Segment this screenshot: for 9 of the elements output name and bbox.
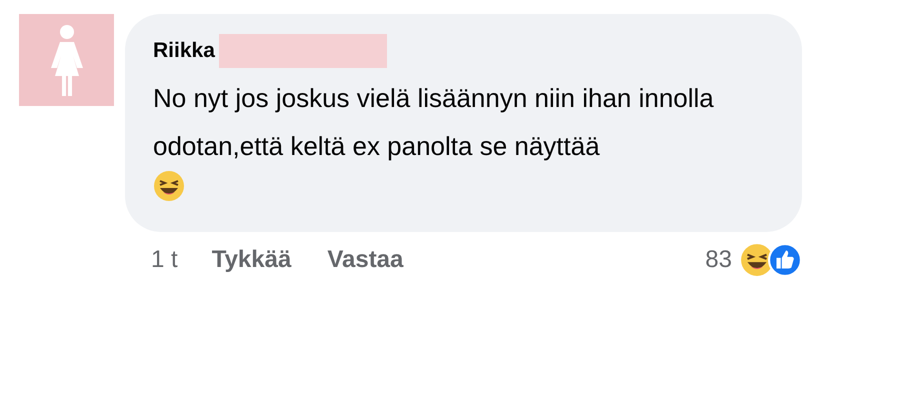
laughing-emoji-icon [153,170,185,202]
like-reaction-icon [768,243,802,277]
comment-action-link[interactable]: Vastaa [327,242,404,278]
reaction-count: 83 [705,245,732,275]
comment-action-link[interactable]: Tykkää [212,242,292,278]
person-icon [50,24,84,96]
comment-time: 1 t [151,245,178,275]
comment-text: No nyt jos joskus vielä lisäännyn niin ihan innolla odotan,että keltä ex panolta se näyttää [153,82,715,163]
author-name[interactable]: Riikka [153,35,215,67]
